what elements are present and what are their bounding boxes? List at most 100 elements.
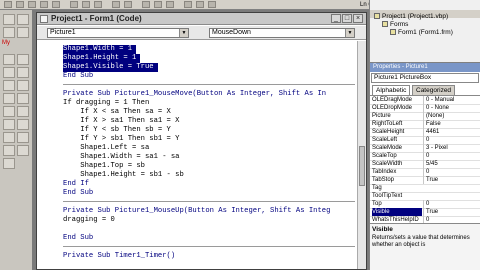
code-line[interactable]: dragging = 0 bbox=[63, 216, 115, 225]
commandbutton-tool-icon[interactable] bbox=[17, 54, 29, 65]
object-browser-icon[interactable] bbox=[208, 1, 216, 8]
property-value[interactable]: 4461 bbox=[423, 128, 479, 136]
timer-tool-icon[interactable] bbox=[3, 106, 15, 117]
stop-icon[interactable] bbox=[166, 1, 174, 8]
code-line[interactable]: End Sub bbox=[63, 189, 93, 198]
property-value[interactable]: 3 - Pixel bbox=[423, 144, 479, 152]
undo-icon[interactable] bbox=[112, 1, 120, 8]
dirlistbox-tool-icon[interactable] bbox=[3, 119, 15, 130]
property-name: Picture bbox=[372, 113, 391, 119]
code-line[interactable]: If dragging = 1 Then bbox=[63, 99, 149, 108]
tree-item-form1[interactable]: Form1 (Form1.frm) bbox=[390, 29, 453, 37]
picturebox-tool-icon[interactable] bbox=[17, 14, 29, 25]
code-line[interactable]: Private Sub Picture1_MouseMove(Button As… bbox=[63, 90, 326, 99]
property-value[interactable]: 0 - None bbox=[423, 104, 479, 112]
drivelistbox-tool-icon[interactable] bbox=[17, 106, 29, 117]
procedure-dropdown[interactable]: MouseDown ▼ bbox=[209, 28, 355, 38]
pointer-tool-icon[interactable] bbox=[3, 14, 15, 25]
property-name: ToolTipText bbox=[372, 193, 403, 199]
property-name: ScaleLeft bbox=[372, 137, 398, 143]
object-dropdown[interactable]: Picture1 ▼ bbox=[47, 28, 189, 38]
tree-item-project[interactable]: Project1 (Project1.vbp) bbox=[374, 13, 448, 21]
label-tool-icon[interactable] bbox=[3, 27, 15, 38]
paste-icon[interactable] bbox=[94, 1, 102, 8]
close-button[interactable]: × bbox=[353, 14, 363, 23]
property-name: OLEDropMode bbox=[372, 105, 413, 111]
property-value[interactable]: 0 - Manual bbox=[423, 96, 479, 104]
line-tool-icon[interactable] bbox=[17, 132, 29, 143]
property-name: TabStop bbox=[372, 177, 395, 183]
code-line[interactable]: Shape1.Width = sa1 - sa bbox=[63, 153, 179, 162]
code-line[interactable]: Shape1.Width = 1 bbox=[63, 45, 137, 54]
code-line[interactable]: Private Sub Picture1_MouseUp(Button As I… bbox=[63, 207, 330, 216]
scrollbar-thumb[interactable] bbox=[359, 146, 365, 186]
menu-editor-icon[interactable] bbox=[28, 1, 36, 8]
checkbox-tool-icon[interactable] bbox=[3, 67, 15, 78]
cut-icon[interactable] bbox=[70, 1, 78, 8]
code-line[interactable]: Shape1.Visible = True bbox=[63, 63, 158, 72]
property-description: Visible Returns/sets a value that determ… bbox=[370, 223, 480, 270]
tree-item-forms-folder[interactable]: Forms bbox=[382, 21, 408, 29]
code-line[interactable]: If X > sa1 Then sa1 = X bbox=[63, 117, 179, 126]
property-value[interactable]: 0 bbox=[423, 136, 479, 144]
property-description-text: Returns/sets a value that determines whe… bbox=[372, 235, 470, 248]
code-line[interactable]: End If bbox=[63, 180, 89, 189]
properties-window-icon[interactable] bbox=[196, 1, 204, 8]
optionbutton-tool-icon[interactable] bbox=[17, 67, 29, 78]
chevron-down-icon[interactable]: ▼ bbox=[345, 29, 354, 37]
property-value[interactable]: 0 bbox=[423, 200, 479, 208]
code-line[interactable]: Shape1.Top = sb bbox=[63, 162, 145, 171]
project-icon bbox=[374, 13, 380, 20]
textbox-tool-icon[interactable] bbox=[17, 27, 29, 38]
code-line[interactable]: Shape1.Height = 1 bbox=[63, 54, 141, 63]
data-tool-icon[interactable] bbox=[17, 145, 29, 156]
property-value[interactable]: 0 bbox=[423, 152, 479, 160]
open-icon[interactable] bbox=[40, 1, 48, 8]
frame-tool-icon[interactable] bbox=[3, 54, 15, 65]
add-form-icon[interactable] bbox=[16, 1, 24, 8]
minimize-button[interactable]: _ bbox=[331, 14, 341, 23]
property-value[interactable]: (None) bbox=[423, 112, 479, 120]
project-explorer-icon[interactable] bbox=[184, 1, 192, 8]
combobox-tool-icon[interactable] bbox=[3, 80, 15, 91]
copy-icon[interactable] bbox=[82, 1, 90, 8]
property-value[interactable]: 0 bbox=[423, 168, 479, 176]
ole-tool-icon[interactable] bbox=[3, 158, 15, 169]
shape-tool-icon[interactable] bbox=[3, 132, 15, 143]
property-name: ScaleTop bbox=[372, 153, 397, 159]
code-vertical-scrollbar[interactable] bbox=[357, 41, 366, 269]
procedure-separator bbox=[63, 246, 355, 247]
save-icon[interactable] bbox=[52, 1, 60, 8]
tab-categorized[interactable]: Categorized bbox=[412, 85, 456, 95]
toolbox-label: My bbox=[2, 40, 10, 46]
code-window-titlebar[interactable]: Project1 - Form1 (Code) _ □ × bbox=[37, 13, 366, 25]
code-line[interactable]: If X < sa Then sa = X bbox=[63, 108, 171, 117]
code-window: Project1 - Form1 (Code) _ □ × Picture1 ▼… bbox=[36, 12, 367, 270]
new-project-icon[interactable] bbox=[4, 1, 12, 8]
code-line[interactable]: Shape1.Height = sb1 - sb bbox=[63, 171, 184, 180]
filelistbox-tool-icon[interactable] bbox=[17, 119, 29, 130]
vscrollbar-tool-icon[interactable] bbox=[17, 93, 29, 104]
properties-grid: OLEDragMode 0 - Manual OLEDropMode 0 - Non… bbox=[370, 95, 480, 225]
code-line[interactable]: End Sub bbox=[63, 234, 93, 243]
chevron-down-icon[interactable]: ▼ bbox=[179, 29, 188, 37]
property-value[interactable]: True bbox=[423, 208, 479, 216]
code-line[interactable]: Private Sub Timer1_Timer() bbox=[63, 252, 175, 261]
property-value[interactable]: False bbox=[423, 120, 479, 128]
run-icon[interactable] bbox=[142, 1, 150, 8]
redo-icon[interactable] bbox=[124, 1, 132, 8]
code-line[interactable]: Shape1.Left = sa bbox=[63, 144, 149, 153]
property-value[interactable]: True bbox=[423, 176, 479, 184]
hscrollbar-tool-icon[interactable] bbox=[3, 93, 15, 104]
code-line[interactable]: If Y > sb1 Then sb1 = Y bbox=[63, 135, 179, 144]
code-line[interactable]: If Y < sb Then sb = Y bbox=[63, 126, 171, 135]
tab-alphabetic[interactable]: Alphabetic bbox=[372, 85, 411, 95]
pause-icon[interactable] bbox=[154, 1, 162, 8]
code-editor[interactable]: Shape1.Width = 1 Shape1.Height = 1 Shape… bbox=[37, 41, 357, 269]
properties-object-select[interactable]: Picture1 PictureBox bbox=[371, 73, 479, 83]
property-value[interactable]: 5/45 bbox=[423, 160, 479, 168]
listbox-tool-icon[interactable] bbox=[17, 80, 29, 91]
maximize-button[interactable]: □ bbox=[342, 14, 352, 23]
code-line[interactable]: End Sub bbox=[63, 72, 93, 81]
image-tool-icon[interactable] bbox=[3, 145, 15, 156]
